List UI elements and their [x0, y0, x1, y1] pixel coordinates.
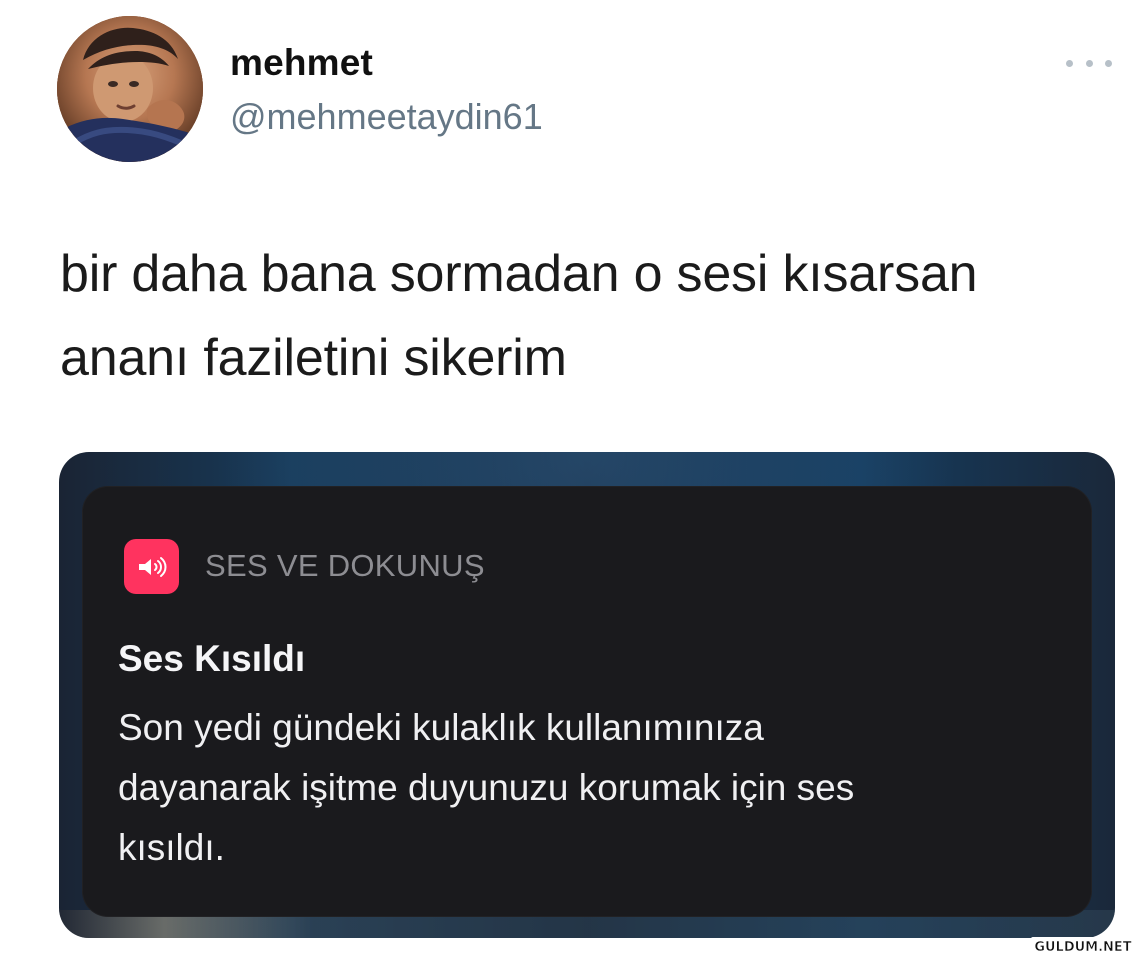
guldum-watermark: GULDUM.NET	[1031, 936, 1135, 956]
notification-app-name: SES VE DOKUNUŞ	[205, 548, 485, 583]
notification-screenshot: SES VE DOKUNUŞ Ses Kısıldı Son yedi günd…	[59, 452, 1115, 938]
more-dot-3	[1105, 59, 1112, 67]
notification-card: SES VE DOKUNUŞ Ses Kısıldı Son yedi günd…	[82, 486, 1092, 917]
more-dot-2	[1085, 59, 1093, 67]
author-handle[interactable]: @mehmeetaydin61	[230, 99, 543, 135]
more-horizontal-icon[interactable]	[1066, 54, 1112, 72]
notification-body: Son yedi gündeki kulaklık kullanımınıza …	[118, 707, 855, 868]
avatar[interactable]	[57, 16, 203, 162]
svg-text:GULDUM.NET: GULDUM.NET	[1034, 940, 1131, 955]
author-display-name[interactable]: mehmet	[230, 44, 373, 81]
more-dot-1	[1066, 59, 1073, 67]
tweet-card: mehmet @mehmeetaydin61 bir daha bana sor…	[0, 0, 1140, 958]
avatar-image	[57, 16, 203, 162]
speaker-icon	[124, 539, 179, 594]
notification-title: Ses Kısıldı	[118, 638, 306, 679]
tweet-text: bir daha bana sormadan o sesi kısarsan a…	[60, 245, 978, 387]
